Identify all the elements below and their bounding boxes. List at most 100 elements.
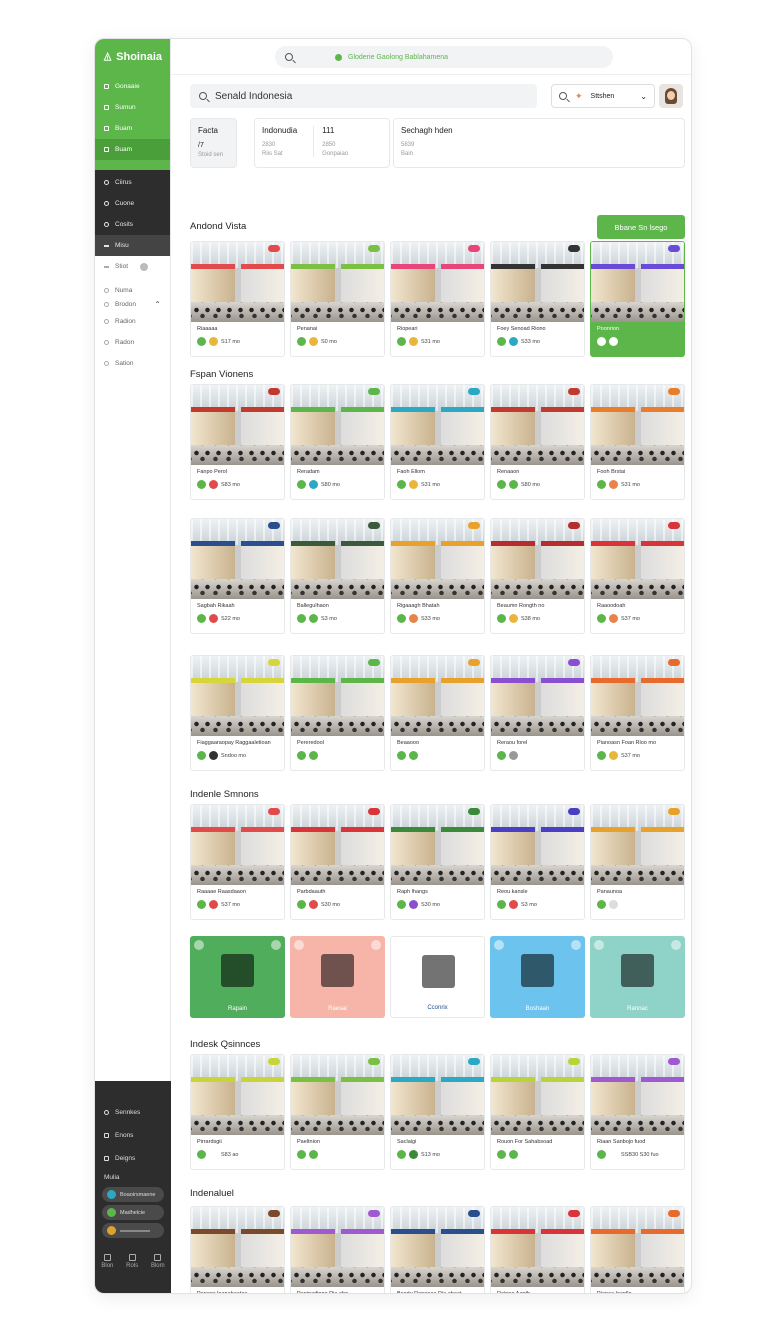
- store-card[interactable]: Penanai S0 mo: [290, 241, 385, 357]
- storefront: [641, 827, 684, 867]
- store-card[interactable]: Papans loanahaataeS37 mo: [190, 1206, 285, 1293]
- category-icon: [497, 614, 506, 623]
- store-card[interactable]: Riaan Sanbojo fuod SSB30 S30 fuo: [590, 1054, 685, 1170]
- status-badge: [268, 522, 280, 529]
- card-title: Beaaooo: [397, 740, 420, 746]
- store-card[interactable]: Pianoasn Foan Rloo mo S37 mo: [590, 655, 685, 771]
- shoppers: [591, 1267, 684, 1283]
- sidebar-item[interactable]: Deigns: [95, 1147, 171, 1170]
- store-card[interactable]: Paninadinno Ria ahoS3 mo: [290, 1206, 385, 1293]
- store-card[interactable]: Fiaggaaraopay Raggaaletioan Sndoo mo: [190, 655, 285, 771]
- sidebar-item[interactable]: Numa: [95, 283, 170, 297]
- sidebar-item[interactable]: Cuone: [95, 193, 170, 214]
- sidebar-item[interactable]: Cosits: [95, 214, 170, 235]
- store-card[interactable]: Raaaae Raasdaaon S37 mo: [190, 804, 285, 920]
- card-title: Beaumn Rongth no: [497, 603, 545, 609]
- store-card[interactable]: Riopeari S31 mo: [390, 241, 485, 357]
- user-avatar[interactable]: [659, 84, 683, 108]
- sidebar-item[interactable]: Enons: [95, 1124, 171, 1147]
- tile-action-icon[interactable]: [470, 941, 480, 951]
- tile-action-icon[interactable]: [671, 940, 681, 950]
- sidebar-item[interactable]: Radon: [95, 332, 170, 353]
- footer-item[interactable]: Rols: [126, 1254, 138, 1269]
- brand-tile[interactable]: Raesai: [290, 936, 385, 1018]
- tile-action-icon[interactable]: [271, 940, 281, 950]
- search-input[interactable]: Senald Indonesia: [190, 84, 537, 108]
- menu-icon: [104, 244, 109, 247]
- sidebar-item[interactable]: Brodon ⌃: [95, 297, 170, 311]
- store-card[interactable]: Panaunoa: [590, 804, 685, 920]
- filter-select[interactable]: ✦ Sttshen ⌄: [551, 84, 655, 108]
- rating-icon: [609, 614, 618, 623]
- sidebar-item[interactable]: Sation: [95, 353, 170, 374]
- sidebar-item[interactable]: Sumun: [95, 97, 170, 118]
- status-pill[interactable]: Boaoirsmaene: [102, 1187, 164, 1202]
- store-card[interactable]: Beaaooo: [390, 655, 485, 771]
- brand-tile[interactable]: Rapain: [190, 936, 285, 1018]
- store-card[interactable]: Raph lhangs S30 mo: [390, 804, 485, 920]
- sidebar-item[interactable]: Sennkes: [95, 1101, 171, 1124]
- sidebar-item[interactable]: Ciirus: [95, 172, 170, 193]
- store-card[interactable]: Poonrion: [590, 241, 685, 357]
- sidebar-item-label: Sennkes: [115, 1109, 141, 1116]
- store-card[interactable]: Bsorty Renooaa Ria abaatS30 mo: [390, 1206, 485, 1293]
- storefront: [291, 541, 335, 581]
- storefront: [641, 1077, 684, 1117]
- sidebar-item[interactable]: Gonaaie: [95, 76, 170, 97]
- store-card[interactable]: Pereredool: [290, 655, 385, 771]
- sidebar-toggle[interactable]: Stiot: [95, 256, 170, 277]
- store-card[interactable]: Faoh Ellom S31 mo: [390, 384, 485, 500]
- sidebar-item[interactable]: Mulia: [95, 1170, 171, 1184]
- category-icon: [597, 480, 606, 489]
- brand-tile[interactable]: Rannac: [590, 936, 685, 1018]
- stat-value: 2830: [262, 142, 276, 148]
- tile-action-icon[interactable]: [571, 940, 581, 950]
- status-pill[interactable]: Madhelcie: [102, 1205, 164, 1220]
- app-logo[interactable]: Shoinaia: [95, 39, 170, 75]
- store-card[interactable]: Fooh Brstai S31 mo: [590, 384, 685, 500]
- status-pill[interactable]: [102, 1223, 164, 1238]
- store-card[interactable]: Beaumn Rongth no S38 mo: [490, 518, 585, 634]
- store-card[interactable]: Fanpo Perol S83 mo: [190, 384, 285, 500]
- toggle-switch[interactable]: [140, 262, 149, 271]
- store-card[interactable]: Pirrardsgii S83 ao: [190, 1054, 285, 1170]
- store-card[interactable]: Riaaaaa S17 mo: [190, 241, 285, 357]
- shoppers: [291, 865, 384, 881]
- global-search[interactable]: Gloderie Gaolong Bablahamena: [275, 46, 613, 68]
- chevron-up-icon[interactable]: ⌃: [154, 300, 161, 309]
- card-title: Pereredool: [297, 740, 324, 746]
- store-card[interactable]: Ballegulhaon S3 mo: [290, 518, 385, 634]
- store-card[interactable]: Raaoodoah S37 mo: [590, 518, 685, 634]
- app-name: Shoinaia: [116, 51, 162, 63]
- rating-icon: [309, 614, 318, 623]
- store-card[interactable]: Rigaaagh Bhatah S33 mo: [390, 518, 485, 634]
- store-image: [291, 385, 384, 465]
- store-card[interactable]: Reou kansle S3 mo: [490, 804, 585, 920]
- tile-action-icon[interactable]: [371, 940, 381, 950]
- sidebar-item[interactable]: Radion: [95, 311, 170, 332]
- store-card[interactable]: Reinoo AanthS38 mo: [490, 1206, 585, 1293]
- store-card[interactable]: Sagbah Rikaah S22 mo: [190, 518, 285, 634]
- store-card[interactable]: Reraou forel: [490, 655, 585, 771]
- store-card[interactable]: Renaaon S80 mo: [490, 384, 585, 500]
- sidebar-item[interactable]: Buam: [95, 118, 170, 139]
- store-card[interactable]: Foey Senoad Riono S33 mo: [490, 241, 585, 357]
- rating-icon: [609, 480, 618, 489]
- storefront: [291, 827, 335, 867]
- storefront: [641, 264, 684, 304]
- store-card[interactable]: Pianaa loanlloS10 Brond: [590, 1206, 685, 1293]
- sidebar-item-active[interactable]: Buam: [95, 139, 170, 160]
- store-card[interactable]: Parbdaauth S30 mo: [290, 804, 385, 920]
- store-card[interactable]: Saclaigi S13 mo: [390, 1054, 485, 1170]
- storefront: [641, 678, 684, 718]
- add-button[interactable]: Bbane Sn lsego: [597, 215, 685, 239]
- footer-item[interactable]: Blom: [151, 1254, 165, 1269]
- status-badge: [468, 1058, 480, 1065]
- store-card[interactable]: Reradam S80 mo: [290, 384, 385, 500]
- store-card[interactable]: Paeltnion: [290, 1054, 385, 1170]
- footer-item[interactable]: Blon: [101, 1254, 113, 1269]
- brand-tile[interactable]: Boshaan: [490, 936, 585, 1018]
- circle-icon: [104, 180, 109, 185]
- store-card[interactable]: Rouon For Sahabsoad: [490, 1054, 585, 1170]
- brand-tile[interactable]: Cconrix: [390, 936, 485, 1018]
